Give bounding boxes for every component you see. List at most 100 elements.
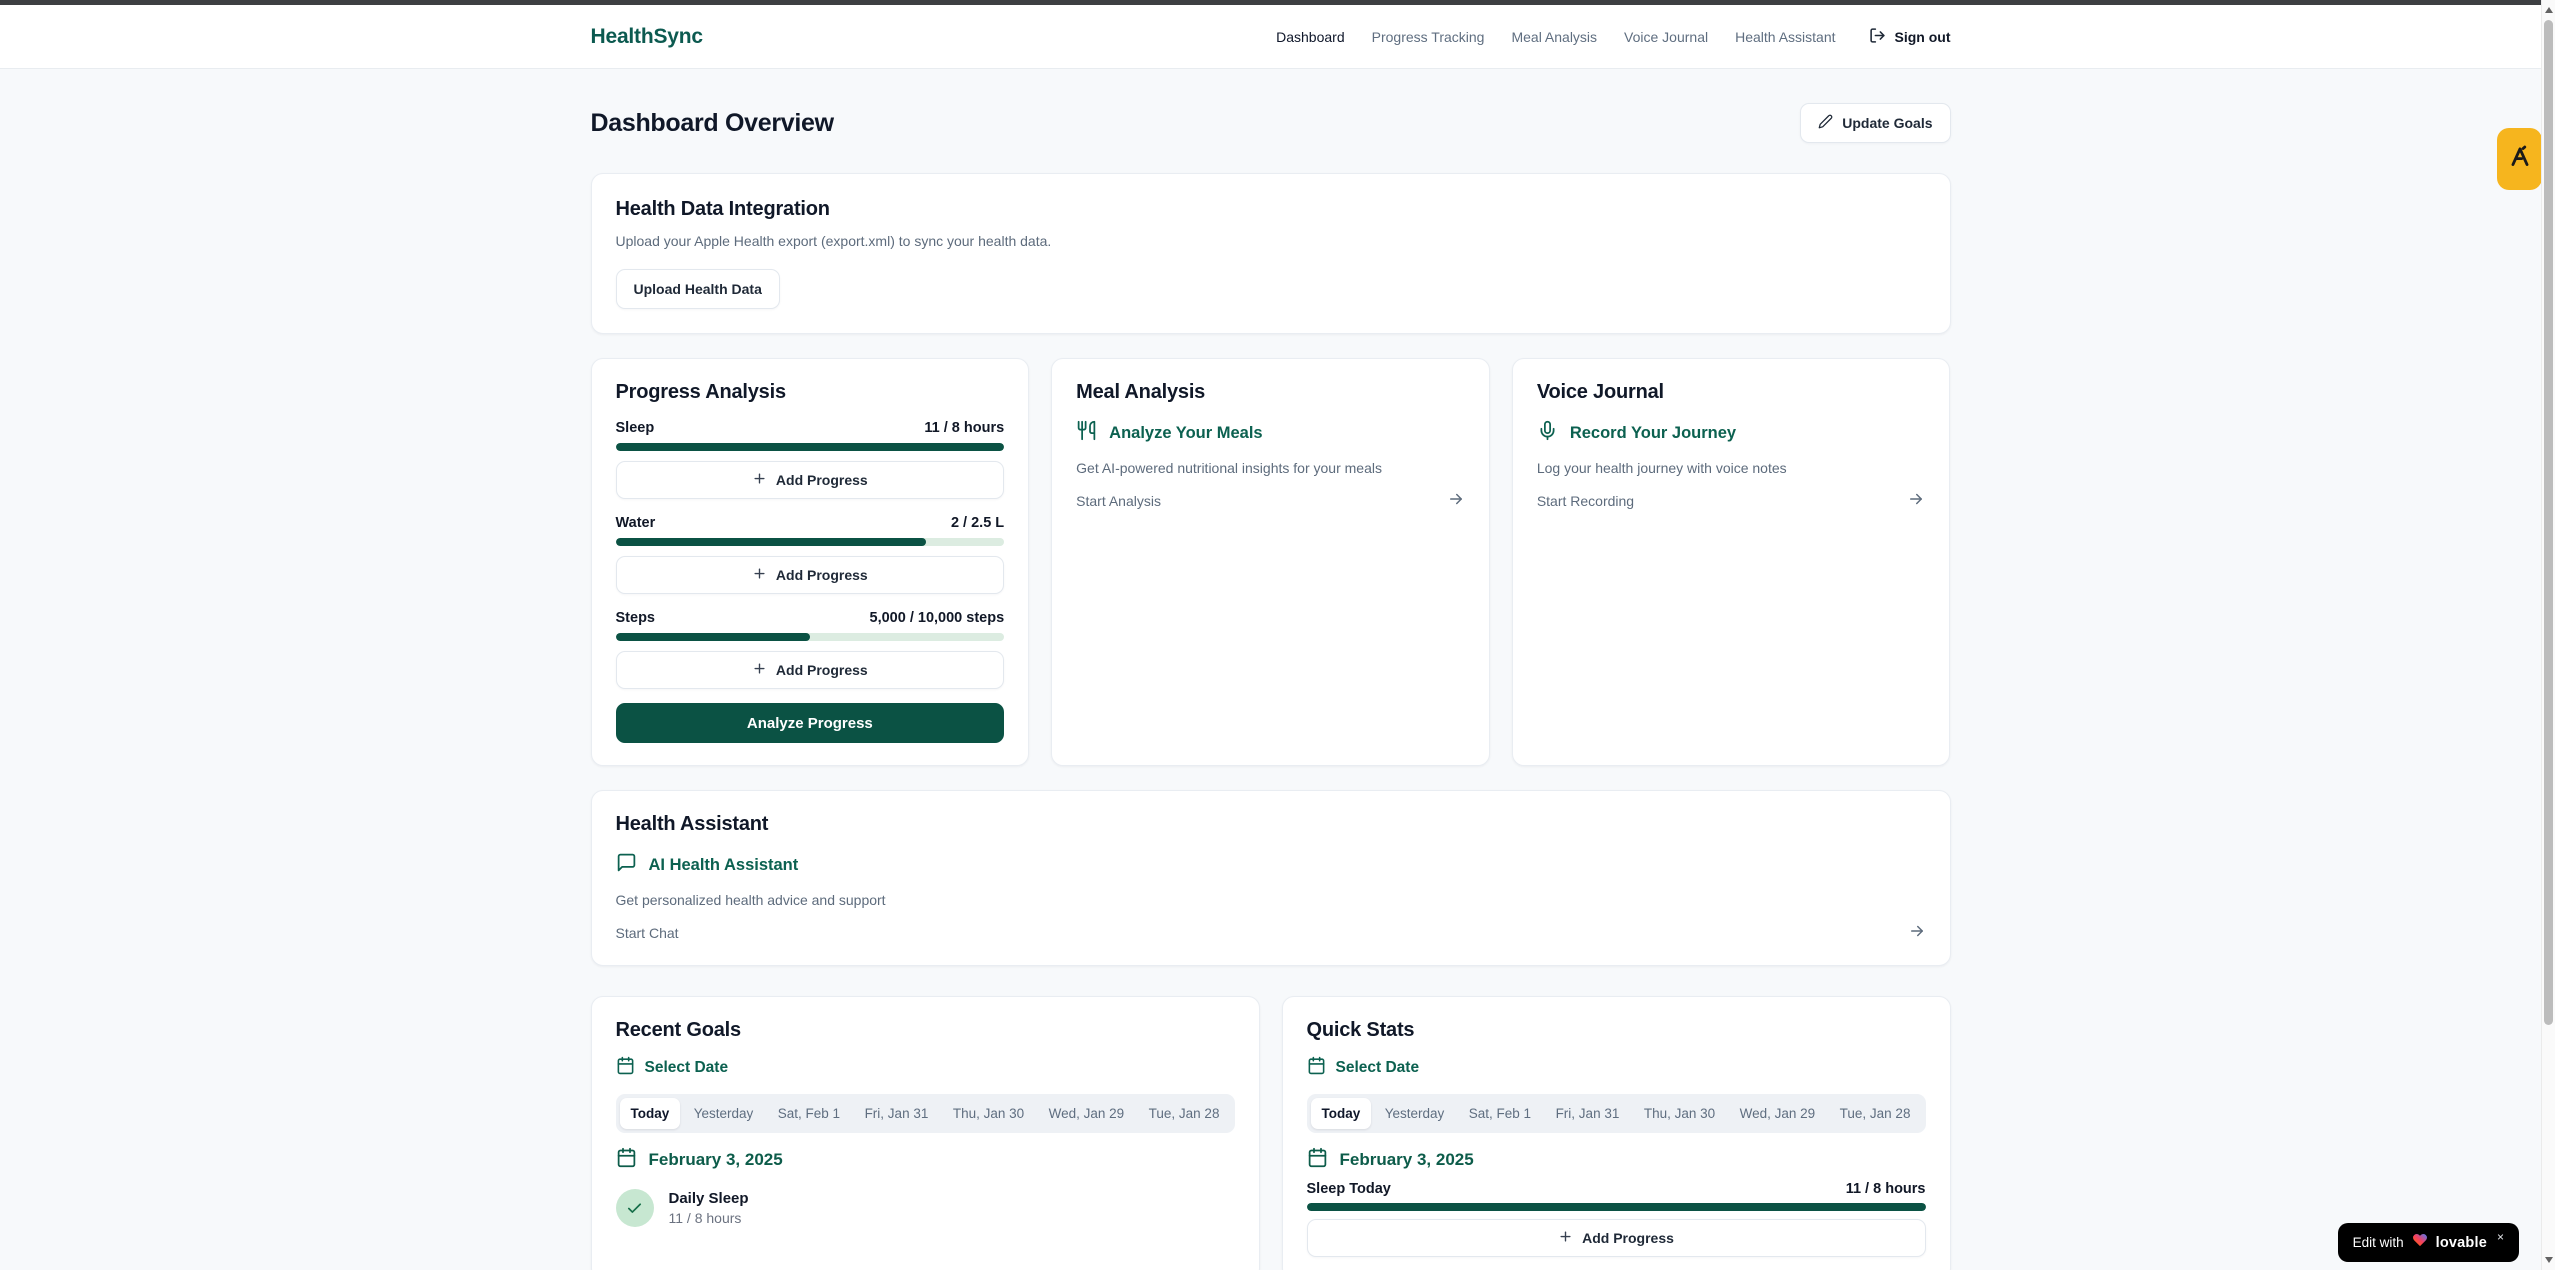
meal-analysis-card: Meal Analysis Analyze Your Meals Get AI-… [1051,358,1490,766]
integration-title: Health Data Integration [616,198,1926,221]
page-title: Dashboard Overview [591,109,834,138]
tab-tue-jan-28[interactable]: Tue, Jan 28 [1138,1098,1231,1129]
metric-value: 5,000 / 10,000 steps [870,610,1005,626]
log-out-icon [1869,27,1886,47]
goal-item-daily-sleep: Daily Sleep 11 / 8 hours [616,1189,1235,1227]
plus-icon [752,471,767,489]
recent-goals-date-tabs: Today Yesterday Sat, Feb 1 Fri, Jan 31 T… [616,1094,1235,1133]
quick-stats-card: Quick Stats Select Date Today Yesterday … [1282,996,1951,1270]
voice-card-title: Voice Journal [1537,381,1926,404]
progress-bar-sleep-today [1307,1203,1926,1211]
progress-analysis-card: Progress Analysis Sleep 11 / 8 hours Add… [591,358,1030,766]
quick-stats-title: Quick Stats [1307,1019,1926,1042]
quick-stats-date-tabs: Today Yesterday Sat, Feb 1 Fri, Jan 31 T… [1307,1094,1926,1133]
start-chat-link[interactable]: Start Chat [616,922,1926,943]
metric-sleep-today: Sleep Today 11 / 8 hours Add Progress [1307,1181,1926,1257]
microphone-icon [1537,420,1558,446]
tab-today[interactable]: Today [1311,1098,1372,1129]
vertical-scrollbar[interactable] [2541,0,2555,1270]
tab-sat-feb-1[interactable]: Sat, Feb 1 [767,1098,851,1129]
assistant-card-title: Health Assistant [616,813,1926,836]
start-recording-link[interactable]: Start Recording [1537,490,1926,511]
voice-journal-card: Voice Journal Record Your Journey Log yo… [1512,358,1951,766]
assistant-card-description: Get personalized health advice and suppo… [616,892,1926,908]
progress-card-title: Progress Analysis [616,381,1005,404]
arrow-right-icon [1907,490,1925,511]
tab-today[interactable]: Today [620,1098,681,1129]
update-goals-button[interactable]: Update Goals [1800,103,1950,143]
app-logo[interactable]: HealthSync [591,25,703,49]
utensils-icon [1076,420,1097,446]
metric-value: 11 / 8 hours [924,420,1004,436]
tab-thu-jan-30[interactable]: Thu, Jan 30 [1633,1098,1726,1129]
plus-icon [1558,1229,1573,1247]
arrow-right-icon [1447,490,1465,511]
tab-thu-jan-30[interactable]: Thu, Jan 30 [942,1098,1035,1129]
progress-bar-steps [616,633,1005,641]
tab-fri-jan-31[interactable]: Fri, Jan 31 [854,1098,940,1129]
integration-description: Upload your Apple Health export (export.… [616,233,1926,249]
scroll-down-arrow-icon[interactable] [2545,1257,2553,1263]
meal-card-description: Get AI-powered nutritional insights for … [1076,460,1465,476]
nav-meal-analysis[interactable]: Meal Analysis [1511,29,1597,45]
metric-water: Water 2 / 2.5 L Add Progress [616,515,1005,594]
pencil-icon [1818,114,1833,132]
main-nav: Dashboard Progress Tracking Meal Analysi… [1276,27,1950,47]
metric-label: Steps [616,610,656,626]
add-progress-water-button[interactable]: Add Progress [616,556,1005,594]
app-header: HealthSync Dashboard Progress Tracking M… [0,5,2541,69]
start-analysis-link[interactable]: Start Analysis [1076,490,1465,511]
check-circle-icon [616,1189,654,1227]
calendar-icon [1307,1147,1328,1173]
arrow-right-icon [1908,922,1926,943]
metric-label: Sleep Today [1307,1181,1391,1197]
scroll-up-arrow-icon[interactable] [2545,7,2553,13]
tab-yesterday[interactable]: Yesterday [683,1098,765,1129]
add-progress-sleep-button[interactable]: Add Progress [616,461,1005,499]
recent-goals-title: Recent Goals [616,1019,1235,1042]
goal-name: Daily Sleep [669,1190,749,1207]
selected-date-display: February 3, 2025 [616,1147,1235,1173]
calendar-icon [1307,1056,1326,1080]
lovable-logo-icon [2507,144,2533,175]
scrollbar-thumb[interactable] [2544,20,2553,1025]
health-assistant-card: Health Assistant AI Health Assistant Get… [591,790,1951,966]
progress-bar-sleep [616,443,1005,451]
progress-bar-water [616,538,1005,546]
quick-stats-select-date-button[interactable]: Select Date [1307,1056,1926,1080]
metric-value: 2 / 2.5 L [951,515,1004,531]
edit-with-lovable-badge[interactable]: Edit with lovable × [2338,1223,2519,1262]
nav-health-assistant[interactable]: Health Assistant [1735,29,1835,45]
record-your-journey-link[interactable]: Record Your Journey [1537,420,1926,446]
selected-date-display: February 3, 2025 [1307,1147,1926,1173]
tab-wed-jan-29[interactable]: Wed, Jan 29 [1729,1098,1827,1129]
plus-icon [752,566,767,584]
tab-tue-jan-28[interactable]: Tue, Jan 28 [1829,1098,1922,1129]
nav-voice-journal[interactable]: Voice Journal [1624,29,1708,45]
voice-card-description: Log your health journey with voice notes [1537,460,1926,476]
tab-fri-jan-31[interactable]: Fri, Jan 31 [1545,1098,1631,1129]
goal-value: 11 / 8 hours [669,1210,749,1226]
tab-sat-feb-1[interactable]: Sat, Feb 1 [1458,1098,1542,1129]
meal-card-title: Meal Analysis [1076,381,1465,404]
upload-health-data-button[interactable]: Upload Health Data [616,269,780,309]
ai-health-assistant-link[interactable]: AI Health Assistant [616,852,1926,878]
gradient-heart-icon [2412,1232,2428,1253]
metric-steps: Steps 5,000 / 10,000 steps Add Progress [616,610,1005,689]
health-data-integration-card: Health Data Integration Upload your Appl… [591,173,1951,334]
calendar-icon [616,1056,635,1080]
analyze-progress-button[interactable]: Analyze Progress [616,703,1005,743]
nav-progress-tracking[interactable]: Progress Tracking [1372,29,1485,45]
add-progress-quick-stats-button[interactable]: Add Progress [1307,1219,1926,1257]
add-progress-steps-button[interactable]: Add Progress [616,651,1005,689]
tab-yesterday[interactable]: Yesterday [1374,1098,1456,1129]
analyze-your-meals-link[interactable]: Analyze Your Meals [1076,420,1465,446]
recent-goals-card: Recent Goals Select Date Today Yesterday… [591,996,1260,1270]
recent-goals-select-date-button[interactable]: Select Date [616,1056,1235,1080]
tab-wed-jan-29[interactable]: Wed, Jan 29 [1038,1098,1136,1129]
plus-icon [752,661,767,679]
nav-dashboard[interactable]: Dashboard [1276,29,1345,45]
lovable-widget-button[interactable] [2497,128,2542,190]
sign-out-button[interactable]: Sign out [1869,27,1951,47]
close-icon[interactable]: × [2497,1230,2504,1244]
